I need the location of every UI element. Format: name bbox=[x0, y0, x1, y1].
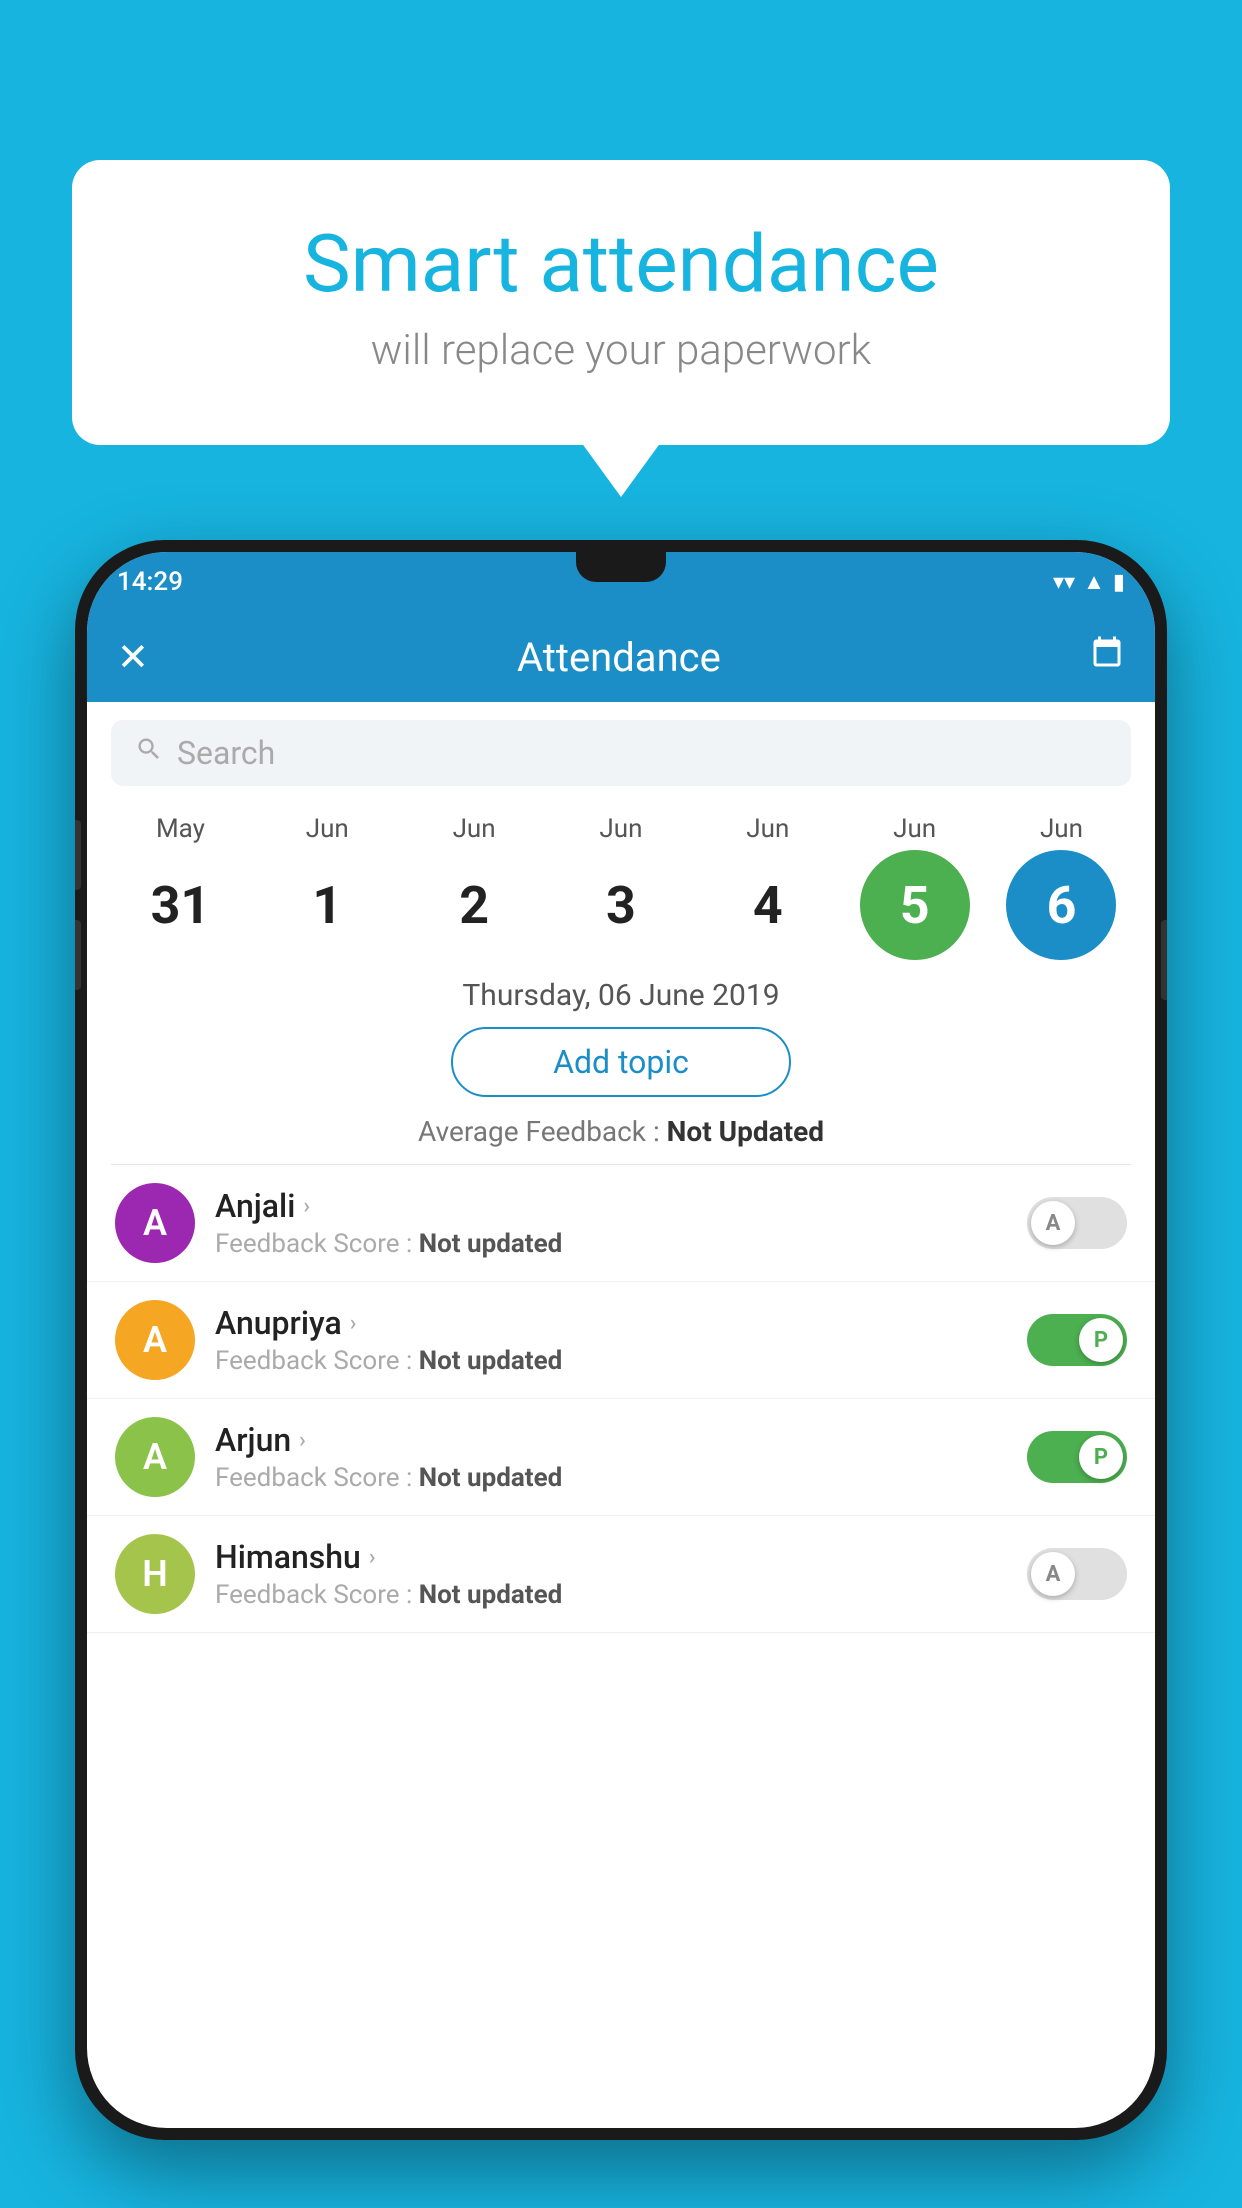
student-name[interactable]: Anjali › bbox=[215, 1187, 1007, 1225]
power-button bbox=[1161, 920, 1167, 1000]
avg-feedback: Average Feedback : Not Updated bbox=[87, 1115, 1155, 1148]
student-row: A Arjun › Feedback Score : Not updated P bbox=[87, 1399, 1155, 1516]
student-name[interactable]: Arjun › bbox=[215, 1421, 1007, 1459]
volume-down-button bbox=[75, 920, 81, 990]
status-time: 14:29 bbox=[117, 567, 183, 597]
date-item[interactable]: Jun 2 bbox=[414, 814, 534, 960]
toggle-switch[interactable]: P bbox=[1027, 1431, 1127, 1483]
toggle-knob: P bbox=[1079, 1435, 1123, 1479]
student-feedback: Feedback Score : Not updated bbox=[215, 1463, 1007, 1493]
student-avatar: A bbox=[115, 1300, 195, 1380]
search-bar[interactable]: Search bbox=[111, 720, 1131, 786]
signal-icon: ▲ bbox=[1083, 569, 1105, 595]
selected-date: Thursday, 06 June 2019 bbox=[87, 978, 1155, 1013]
date-number: 4 bbox=[713, 850, 823, 960]
date-number: 3 bbox=[566, 850, 676, 960]
date-item[interactable]: Jun 3 bbox=[561, 814, 681, 960]
chevron-right-icon: › bbox=[299, 1428, 306, 1453]
date-number: 2 bbox=[419, 850, 529, 960]
search-icon bbox=[135, 735, 163, 771]
chevron-right-icon: › bbox=[303, 1194, 310, 1219]
search-placeholder: Search bbox=[177, 734, 275, 772]
student-avatar: A bbox=[115, 1183, 195, 1263]
toggle-knob: P bbox=[1079, 1318, 1123, 1362]
student-row: A Anupriya › Feedback Score : Not updated P bbox=[87, 1282, 1155, 1399]
date-month: Jun bbox=[1040, 814, 1083, 844]
date-month: Jun bbox=[599, 814, 642, 844]
student-row: H Himanshu › Feedback Score : Not updated A bbox=[87, 1516, 1155, 1633]
calendar-icon[interactable] bbox=[1089, 635, 1125, 680]
phone-container: 14:29 ▾▾ ▲ ▮ ✕ Attendance bbox=[75, 540, 1167, 2208]
bubble-title: Smart attendance bbox=[132, 220, 1110, 308]
phone-frame: 14:29 ▾▾ ▲ ▮ ✕ Attendance bbox=[75, 540, 1167, 2140]
date-strip: May 31 Jun 1 Jun 2 Jun 3 Jun 4 Jun 5 Jun 6 bbox=[87, 804, 1155, 960]
student-info: Arjun › Feedback Score : Not updated bbox=[215, 1421, 1007, 1493]
date-number: 6 bbox=[1006, 850, 1116, 960]
date-month: Jun bbox=[893, 814, 936, 844]
date-month: Jun bbox=[453, 814, 496, 844]
header-title: Attendance bbox=[517, 634, 721, 681]
date-month: Jun bbox=[746, 814, 789, 844]
bubble-subtitle: will replace your paperwork bbox=[132, 326, 1110, 375]
student-feedback: Feedback Score : Not updated bbox=[215, 1580, 1007, 1610]
close-button[interactable]: ✕ bbox=[117, 635, 149, 680]
phone-notch bbox=[576, 552, 666, 582]
battery-icon: ▮ bbox=[1113, 570, 1125, 595]
student-info: Anupriya › Feedback Score : Not updated bbox=[215, 1304, 1007, 1376]
date-item[interactable]: Jun 5 bbox=[855, 814, 975, 960]
student-name[interactable]: Himanshu › bbox=[215, 1538, 1007, 1576]
toggle-knob: A bbox=[1031, 1201, 1075, 1245]
app-header: ✕ Attendance bbox=[87, 612, 1155, 702]
student-info: Himanshu › Feedback Score : Not updated bbox=[215, 1538, 1007, 1610]
wifi-icon: ▾▾ bbox=[1053, 570, 1075, 595]
student-list: AAnjali ›Feedback Score : Not updatedAAA… bbox=[87, 1165, 1155, 1633]
student-feedback: Feedback Score : Not updated bbox=[215, 1229, 1007, 1259]
add-topic-button[interactable]: Add topic bbox=[451, 1027, 791, 1097]
date-number: 31 bbox=[125, 850, 235, 960]
chevron-right-icon: › bbox=[369, 1545, 376, 1570]
date-month: Jun bbox=[306, 814, 349, 844]
student-avatar: A bbox=[115, 1417, 195, 1497]
date-item[interactable]: May 31 bbox=[120, 814, 240, 960]
speech-bubble: Smart attendance will replace your paper… bbox=[72, 160, 1170, 445]
toggle-switch[interactable]: A bbox=[1027, 1548, 1127, 1600]
date-item[interactable]: Jun 4 bbox=[708, 814, 828, 960]
chevron-right-icon: › bbox=[350, 1311, 357, 1336]
student-info: Anjali › Feedback Score : Not updated bbox=[215, 1187, 1007, 1259]
date-item[interactable]: Jun 6 bbox=[1001, 814, 1121, 960]
student-feedback: Feedback Score : Not updated bbox=[215, 1346, 1007, 1376]
date-number: 1 bbox=[272, 850, 382, 960]
toggle-knob: A bbox=[1031, 1552, 1075, 1596]
volume-up-button bbox=[75, 820, 81, 890]
date-month: May bbox=[156, 814, 205, 844]
phone-screen: 14:29 ▾▾ ▲ ▮ ✕ Attendance bbox=[87, 552, 1155, 2128]
attendance-toggle[interactable]: P bbox=[1027, 1314, 1127, 1366]
student-avatar: H bbox=[115, 1534, 195, 1614]
attendance-toggle[interactable]: P bbox=[1027, 1431, 1127, 1483]
toggle-switch[interactable]: P bbox=[1027, 1314, 1127, 1366]
date-number: 5 bbox=[860, 850, 970, 960]
speech-bubble-container: Smart attendance will replace your paper… bbox=[72, 160, 1170, 445]
date-item[interactable]: Jun 1 bbox=[267, 814, 387, 960]
toggle-switch[interactable]: A bbox=[1027, 1197, 1127, 1249]
attendance-toggle[interactable]: A bbox=[1027, 1548, 1127, 1600]
attendance-toggle[interactable]: A bbox=[1027, 1197, 1127, 1249]
student-row: A Anjali › Feedback Score : Not updated A bbox=[87, 1165, 1155, 1282]
status-icons: ▾▾ ▲ ▮ bbox=[1053, 569, 1125, 595]
student-name[interactable]: Anupriya › bbox=[215, 1304, 1007, 1342]
